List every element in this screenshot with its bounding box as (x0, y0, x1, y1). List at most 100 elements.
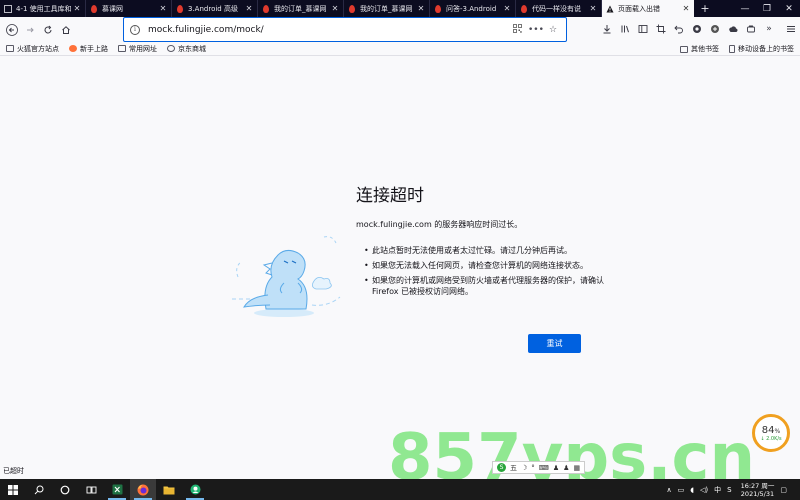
cortana-icon[interactable] (52, 479, 78, 500)
close-icon[interactable]: ✕ (417, 4, 425, 13)
toolbar-right: » (598, 20, 800, 38)
retry-button[interactable]: 重试 (528, 334, 581, 353)
flame-icon (176, 4, 184, 13)
ime-item[interactable]: ° (531, 464, 535, 472)
new-tab-plus-icon[interactable]: + (694, 0, 716, 17)
downloads-icon[interactable] (598, 20, 616, 38)
file-explorer-icon[interactable] (156, 479, 182, 500)
bookmark-other[interactable]: 其他书签 (680, 44, 719, 54)
watermark-text: 857vps.cn (388, 425, 755, 485)
network-icon[interactable]: ◖ (690, 486, 694, 494)
back-arrow-icon (6, 23, 18, 36)
notification-icon[interactable]: ▢ (780, 486, 787, 494)
qr-code-icon[interactable] (510, 23, 524, 36)
minimize-icon[interactable]: — (734, 0, 756, 17)
extension-icon-4[interactable] (742, 20, 760, 38)
tray-expand-icon[interactable]: ∧ (667, 486, 672, 494)
extension-icon-3[interactable] (724, 20, 742, 38)
clock[interactable]: 16:27 周一 2021/5/31 (741, 482, 775, 498)
ime-mode-icon[interactable]: S (727, 486, 731, 494)
close-window-icon[interactable]: ✕ (778, 0, 800, 17)
close-icon[interactable]: ✕ (503, 4, 511, 13)
forward-button[interactable] (21, 21, 39, 39)
bookmark-common-sites[interactable]: 常用网址 (118, 44, 157, 54)
screenshot-icon[interactable] (652, 20, 670, 38)
system-tray: ∧ ▭ ◖ ◁) 中 S 16:27 周一 2021/5/31 ▢ (664, 479, 790, 500)
sidebar-icon[interactable] (634, 20, 652, 38)
excel-icon[interactable] (104, 479, 130, 500)
globe-icon (167, 45, 175, 52)
windows-start-icon[interactable] (0, 479, 26, 500)
tab-3[interactable]: 我的订单_慕课网 ✕ (258, 0, 344, 17)
close-icon[interactable]: ✕ (589, 4, 597, 13)
bookmark-star-icon[interactable]: ☆ (546, 25, 560, 35)
firefox-icon[interactable] (130, 479, 156, 500)
network-speed-widget[interactable]: 84% ↓ 2.0K/s (752, 414, 790, 452)
ime-item[interactable]: 五 (510, 463, 517, 473)
menu-hamburger-icon[interactable] (782, 20, 800, 38)
close-icon[interactable]: ✕ (331, 4, 339, 13)
back-button[interactable] (3, 21, 21, 39)
app-icon[interactable] (182, 479, 208, 500)
page-content: 连接超时 mock.fulingjie.com 的服务器响应时间过长。 此站点暂… (0, 57, 800, 479)
ime-item[interactable]: ⌨ (539, 464, 549, 472)
extensions-overflow-icon[interactable]: » (760, 20, 778, 38)
watermark: 857vps.cn (388, 425, 755, 485)
list-item: 此站点暂时无法使用或者太过忙碌。请过几分钟后再试。 (364, 245, 604, 256)
error-description: mock.fulingjie.com 的服务器响应时间过长。 (356, 220, 523, 229)
speed-value: 84% (761, 424, 781, 436)
tab-title: 代码一样没有说 (532, 4, 581, 13)
reload-button[interactable] (39, 21, 57, 39)
tab-1[interactable]: 慕课网 ✕ (86, 0, 172, 17)
sogou-icon[interactable]: S (497, 463, 506, 472)
close-icon[interactable]: ✕ (682, 4, 690, 13)
tab-2[interactable]: 3.Android 高级 ✕ (172, 0, 258, 17)
undo-close-tab-icon[interactable] (670, 20, 688, 38)
more-actions-icon[interactable]: ••• (528, 25, 544, 35)
battery-icon[interactable]: ▭ (678, 486, 685, 494)
ime-item[interactable]: ☽ (521, 464, 527, 472)
device-icon (729, 45, 735, 53)
extension-icon-2[interactable] (706, 20, 724, 38)
tab-6[interactable]: 代码一样没有说 ✕ (516, 0, 602, 17)
home-button[interactable] (57, 21, 75, 39)
ime-toolbar[interactable]: S 五 ☽ ° ⌨ ♟ ♟ ▦ (492, 461, 586, 474)
tab-7[interactable]: 页面载入出错 ✕ (602, 0, 694, 17)
bookmark-label: 常用网址 (129, 44, 157, 53)
flame-icon (262, 4, 270, 13)
bookmarks-toolbar: 火狐官方站点 新手上路 常用网址 京东商城 其他书签 移动设备上的书签 (0, 42, 800, 56)
url-text[interactable]: mock.fulingjie.com/mock/ (148, 25, 506, 35)
tab-title: 我的订单_慕课网 (274, 4, 327, 13)
close-icon[interactable]: ✕ (73, 4, 81, 13)
input-language[interactable]: 中 (714, 485, 721, 495)
bookmark-label: 火狐官方站点 (17, 44, 59, 53)
bookmark-label: 其他书签 (691, 45, 719, 53)
task-view-icon[interactable] (78, 479, 104, 500)
tab-strip-spacer (716, 0, 734, 17)
tab-title: 3.Android 高级 (188, 4, 238, 13)
site-info-icon[interactable]: i (130, 24, 140, 35)
extension-icon[interactable] (688, 20, 706, 38)
ime-item[interactable]: ♟ (553, 464, 559, 472)
tab-title: 我的订单_慕课网 (360, 4, 413, 13)
bookmark-official-site[interactable]: 火狐官方站点 (6, 44, 59, 54)
ime-item[interactable]: ▦ (573, 464, 580, 472)
taskbar: ∧ ▭ ◖ ◁) 中 S 16:27 周一 2021/5/31 ▢ (0, 479, 800, 500)
flame-icon (434, 4, 442, 13)
close-icon[interactable]: ✕ (159, 4, 167, 13)
folder-icon (6, 45, 14, 52)
library-icon[interactable] (616, 20, 634, 38)
tab-5[interactable]: 问答-3.Android ✕ (430, 0, 516, 17)
bookmark-getting-started[interactable]: 新手上路 (69, 44, 108, 54)
list-item: 如果您的计算机或网络受到防火墙或者代理服务器的保护，请确认 Firefox 已被… (364, 275, 604, 297)
search-icon[interactable] (26, 479, 52, 500)
bookmark-jd-mall[interactable]: 京东商城 (167, 44, 206, 54)
maximize-icon[interactable]: ❐ (756, 0, 778, 17)
close-icon[interactable]: ✕ (245, 4, 253, 13)
bookmark-mobile[interactable]: 移动设备上的书签 (729, 44, 794, 54)
tab-4[interactable]: 我的订单_慕课网 ✕ (344, 0, 430, 17)
tab-0[interactable]: 4-1 使用工具库和 ✕ (0, 0, 86, 17)
ime-item[interactable]: ♟ (563, 464, 569, 472)
volume-icon[interactable]: ◁) (700, 486, 708, 494)
url-bar[interactable]: i mock.fulingjie.com/mock/ ••• ☆ (123, 17, 567, 42)
